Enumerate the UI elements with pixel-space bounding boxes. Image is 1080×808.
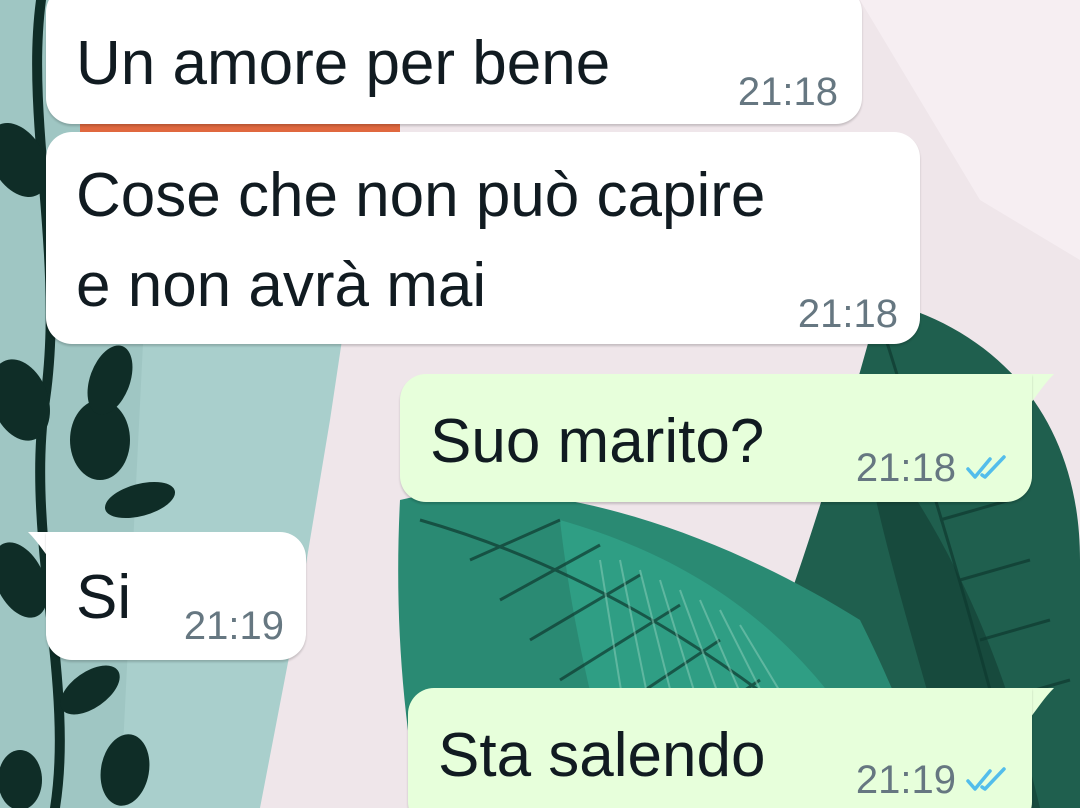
message-timestamp: 21:19	[856, 758, 1010, 802]
message-bubble-incoming[interactable]: Si 21:19	[46, 532, 306, 660]
message-text: Suo marito?	[430, 407, 765, 476]
message-timestamp: 21:18	[798, 292, 898, 336]
double-check-read-icon	[966, 455, 1006, 479]
message-timestamp: 21:18	[738, 70, 838, 114]
message-text: Si	[76, 563, 132, 632]
timestamp-text: 21:19	[855, 758, 956, 802]
message-timestamp: 21:18	[856, 446, 1010, 490]
double-check-read-icon	[966, 767, 1006, 791]
message-text: Un amore per bene	[76, 29, 611, 98]
message-text: Cose che non può capire	[76, 161, 766, 230]
message-bubble-incoming[interactable]: Cose che non può capire e non avrà mai 2…	[46, 132, 920, 344]
message-timestamp: 21:19	[184, 604, 284, 648]
message-bubble-outgoing[interactable]: Sta salendo 21:19	[408, 688, 1032, 808]
message-bubble-incoming[interactable]: Un amore per bene 21:18	[46, 0, 862, 124]
timestamp-text: 21:18	[797, 292, 898, 336]
message-bubble-outgoing[interactable]: Suo marito? 21:18	[400, 374, 1032, 502]
message-text: e non avrà mai	[76, 251, 487, 320]
message-text: Sta salendo	[438, 721, 766, 790]
timestamp-text: 21:18	[737, 70, 838, 114]
timestamp-text: 21:18	[855, 446, 956, 490]
timestamp-text: 21:19	[183, 604, 284, 648]
